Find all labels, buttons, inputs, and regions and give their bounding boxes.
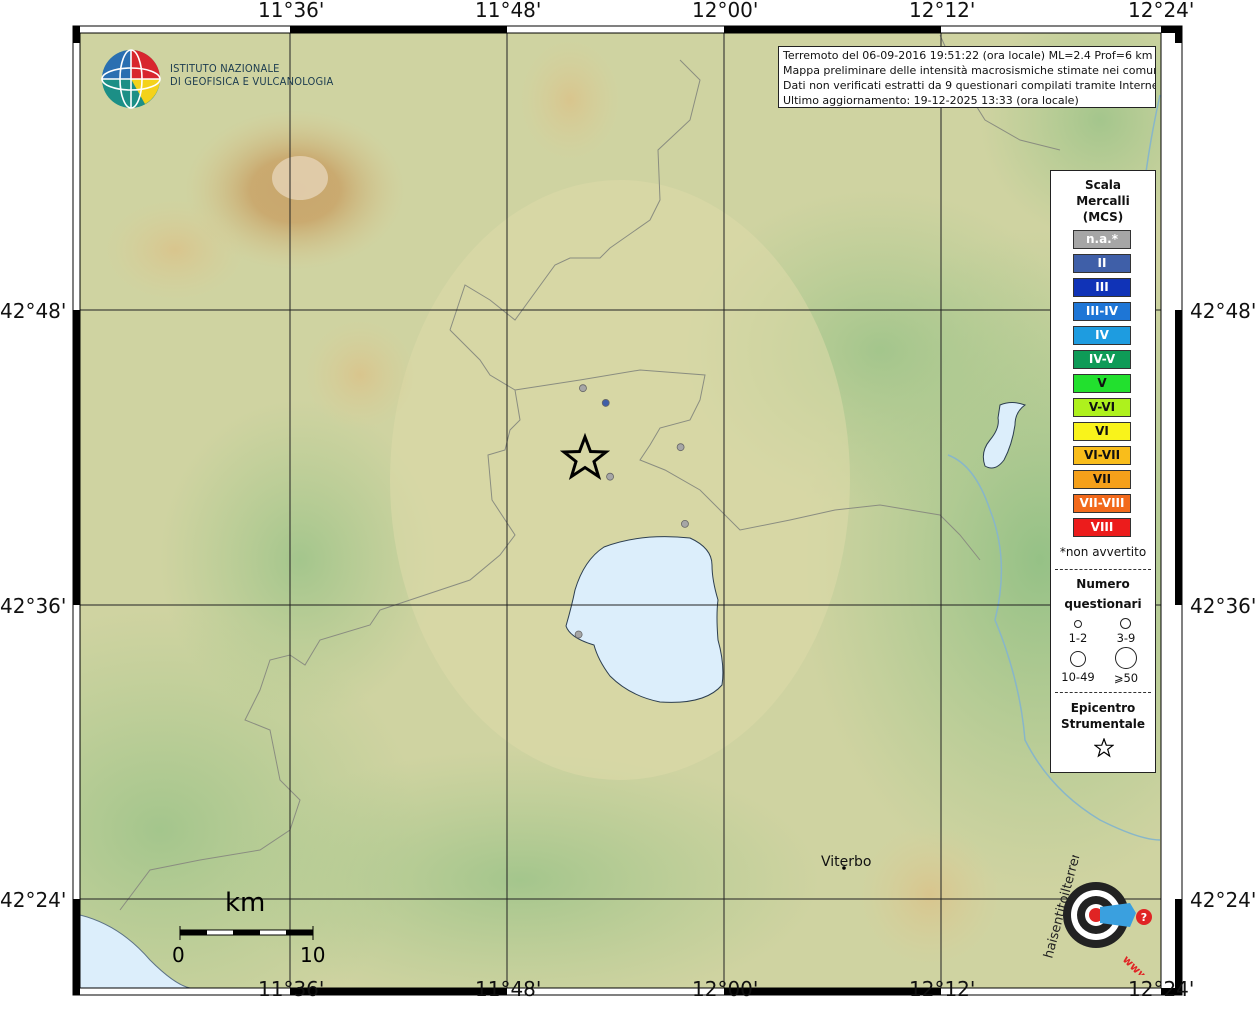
city-label-viterbo: Viterbo: [821, 854, 872, 870]
legend-epicenter-title-2: Strumentale: [1060, 717, 1146, 731]
lon-label-bottom: 11°36': [258, 977, 325, 1001]
count-label: 1-2: [1068, 631, 1088, 645]
lon-label-bottom: 12°24': [1128, 977, 1195, 1001]
count-circle-large: [1070, 651, 1086, 667]
count-circle-xlarge: [1115, 647, 1137, 669]
logo-line-2: DI GEOFISICA E VULCANOLOGIA: [170, 75, 334, 88]
legend-scale-title-3: (MCS): [1082, 210, 1124, 224]
count-circle-small: [1074, 620, 1082, 628]
legend-swatch: VI: [1073, 422, 1131, 441]
observation-point[interactable]: [606, 472, 614, 481]
legend-swatch: VIII: [1073, 518, 1131, 537]
legend-swatch: n.a.*: [1073, 230, 1131, 249]
lon-label-top: 12°00': [692, 0, 759, 22]
legend-swatch: VII-VIII: [1073, 494, 1131, 513]
lat-label-left: 42°24': [0, 888, 67, 912]
legend-swatch: V-VI: [1073, 398, 1131, 417]
legend-swatch: II: [1073, 254, 1131, 273]
lat-label-right: 42°36': [1190, 594, 1255, 618]
legend-count-title-2: questionari: [1064, 597, 1142, 611]
info-line-3: Dati non verificati estratti da 9 questi…: [783, 79, 1156, 92]
info-line-4: Ultimo aggiornamento: 19-12-2025 13:33 (…: [783, 94, 1079, 107]
legend-count-title-1: Numero: [1076, 577, 1130, 591]
lon-label-top: 12°12': [909, 0, 976, 22]
lon-label-bottom: 11°48': [475, 977, 542, 1001]
scale-unit: km: [225, 888, 266, 918]
info-line-2: Mappa preliminare delle intensità macros…: [783, 64, 1156, 77]
lon-label-bottom: 12°00': [692, 977, 759, 1001]
haisentito-url: www.: [1120, 953, 1153, 975]
observation-point[interactable]: [681, 519, 689, 528]
lat-label-right: 42°48': [1190, 299, 1255, 323]
lat-label-left: 42°48': [0, 299, 67, 323]
count-label: 3-9: [1116, 631, 1136, 645]
lon-label-top: 11°36': [258, 0, 325, 22]
legend-panel: Scala Mercalli (MCS) n.a.* II III III-IV IV I…: [1050, 170, 1156, 773]
lon-label-bottom: 12°12': [909, 977, 976, 1001]
observation-point[interactable]: [676, 443, 685, 452]
not-felt-note: *non avvertito: [1059, 545, 1147, 559]
legend-swatch: IV: [1073, 326, 1131, 345]
legend-scale-title-2: Mercalli: [1076, 194, 1130, 208]
lon-label-top: 11°48': [475, 0, 542, 22]
logo-line-1: ISTITUTO NAZIONALE: [170, 62, 280, 75]
observation-point[interactable]: [601, 399, 610, 407]
observation-point[interactable]: [579, 384, 587, 393]
epicenter-star-icon: [1094, 738, 1114, 758]
scale-start: 0: [172, 943, 185, 967]
legend-swatch: IV-V: [1073, 350, 1131, 369]
legend-divider: [1055, 569, 1151, 570]
legend-swatch: V: [1073, 374, 1131, 393]
legend-scale-title-1: Scala: [1084, 178, 1122, 192]
legend-divider: [1055, 692, 1151, 693]
svg-text:?: ?: [1141, 911, 1147, 924]
legend-swatch: VI-VII: [1073, 446, 1131, 465]
ingv-globe-icon: [101, 49, 161, 109]
count-circle-medium: [1120, 618, 1131, 629]
legend-swatch: III-IV: [1073, 302, 1131, 321]
lon-label-top: 12°24': [1128, 0, 1195, 22]
ingv-logo-text: ISTITUTO NAZIONALE DI GEOFISICA E VULCAN…: [170, 62, 333, 88]
legend-epicenter-title-1: Epicentro: [1070, 701, 1136, 715]
info-line-1: Terremoto del 06-09-2016 19:51:22 (ora l…: [783, 49, 1153, 62]
count-label: 10-49: [1061, 670, 1095, 684]
observation-point[interactable]: [574, 630, 583, 639]
lat-label-right: 42°24': [1190, 888, 1255, 912]
legend-swatch: III: [1073, 278, 1131, 297]
haisentito-logo-icon: ? haisentitoilterremoto.it www.: [1041, 855, 1153, 975]
count-label: ⩾50: [1113, 671, 1139, 685]
event-info-box: Terremoto del 06-09-2016 19:51:22 (ora l…: [778, 46, 1156, 108]
lat-label-left: 42°36': [0, 594, 67, 618]
legend-swatch: VII: [1073, 470, 1131, 489]
scale-end: 10: [300, 943, 326, 967]
